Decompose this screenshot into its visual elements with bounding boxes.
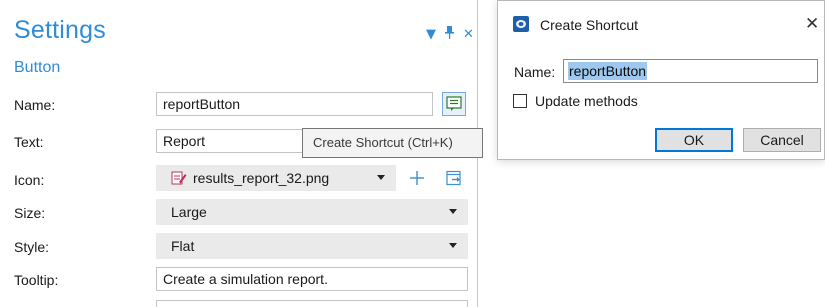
update-methods-checkbox[interactable]: Update methods (513, 93, 638, 109)
shortcut-name-value: reportButton (568, 62, 648, 80)
next-field-partial[interactable] (156, 300, 468, 307)
tooltip-label: Tooltip: (14, 272, 59, 288)
plus-icon (410, 171, 424, 185)
dropdown-arrow-icon[interactable]: ▼ (426, 28, 436, 41)
report-file-icon (171, 171, 187, 185)
create-shortcut-button[interactable] (442, 92, 466, 116)
chevron-down-icon (377, 175, 385, 180)
name-label: Name: (14, 97, 56, 113)
style-label: Style: (14, 239, 50, 255)
tooltip-field[interactable]: Create a simulation report. (156, 267, 468, 291)
name-field[interactable]: reportButton (156, 92, 433, 116)
size-select[interactable]: Large (156, 199, 468, 225)
size-select-value: Large (171, 204, 207, 220)
shortcut-name-input[interactable]: reportButton (563, 59, 818, 83)
icon-select[interactable]: results_report_32.png (156, 165, 396, 191)
style-select[interactable]: Flat (156, 233, 468, 259)
app-icon (513, 16, 529, 32)
checkbox-box[interactable] (513, 94, 527, 108)
panel-header-icons: ▼ ✕ (426, 26, 474, 42)
update-methods-label: Update methods (535, 93, 638, 109)
close-icon[interactable]: ✕ (805, 14, 819, 34)
import-icon (446, 170, 461, 186)
chevron-down-icon (449, 209, 457, 214)
create-shortcut-dialog: Create Shortcut ✕ Name: reportButton Upd… (497, 0, 825, 160)
settings-title: Settings (14, 16, 106, 44)
icon-label: Icon: (14, 172, 45, 188)
size-label: Size: (14, 205, 46, 221)
style-select-value: Flat (171, 238, 195, 254)
ok-button[interactable]: OK (655, 128, 733, 152)
cancel-button[interactable]: Cancel (743, 128, 821, 152)
shortcut-name-label: Name: (514, 64, 556, 80)
shortcut-icon (446, 96, 462, 111)
shortcut-tooltip: Create Shortcut (Ctrl+K) (302, 128, 483, 158)
dialog-title: Create Shortcut (540, 17, 639, 33)
chevron-down-icon (449, 243, 457, 248)
settings-subtitle: Button (14, 59, 61, 76)
browse-icon-button[interactable] (442, 166, 466, 190)
icon-select-value: results_report_32.png (193, 170, 330, 186)
add-icon-button[interactable] (405, 166, 429, 190)
close-icon[interactable]: ✕ (463, 28, 474, 41)
text-label: Text: (14, 134, 44, 150)
pin-icon[interactable] (445, 26, 454, 42)
